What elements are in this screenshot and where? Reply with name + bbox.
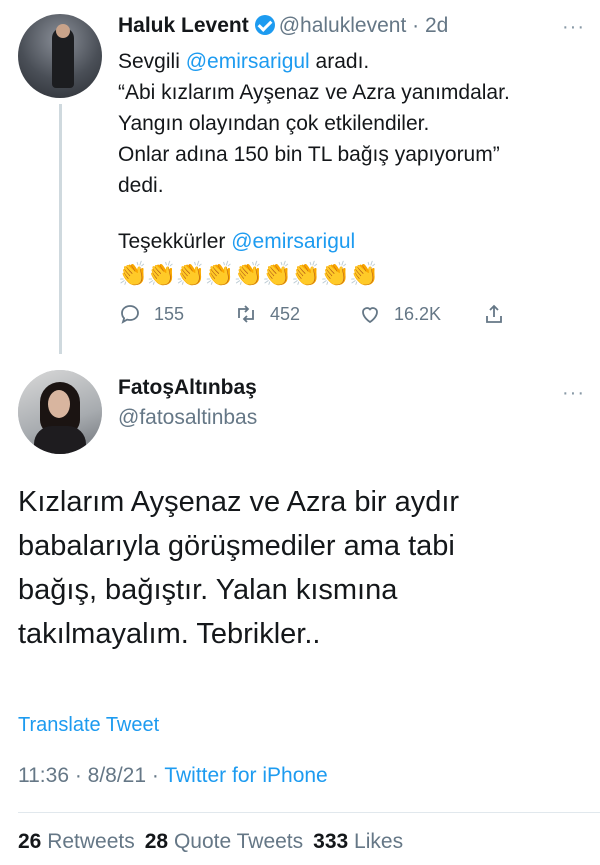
avatar-head <box>56 24 70 38</box>
reply-tweet-text: Sevgili @emirsarigul aradı. “Abi kızları… <box>118 46 588 201</box>
tweet-line: takılmayalım. Tebrikler.. <box>18 618 321 650</box>
tweet-line: Onlar adına 150 bin TL bağış yapıyorum” <box>118 143 500 166</box>
author-handle[interactable]: @haluklevent <box>279 14 407 37</box>
reply-tweet-header: Haluk Levent @haluklevent · 2d <box>118 14 448 38</box>
reply-button[interactable]: 155 <box>118 302 184 326</box>
avatar-face <box>48 390 70 418</box>
tweet-line: Kızlarım Ayşenaz ve Azra bir aydır <box>18 486 460 518</box>
mention-link[interactable]: @emirsarigul <box>186 50 310 73</box>
more-options-icon[interactable]: ··· <box>562 383 585 403</box>
share-button[interactable] <box>482 302 506 326</box>
share-icon <box>486 304 502 323</box>
mention-link[interactable]: @emirsarigul <box>231 230 355 253</box>
tweet-actions: 155 452 16.2K <box>118 302 578 332</box>
retweet-count: 452 <box>270 303 301 324</box>
tweet-timestamp[interactable]: 11:36 · 8/8/21 · <box>18 764 164 787</box>
author-handle[interactable]: @fatosaltinbas <box>118 406 257 430</box>
quotes-label: Quote Tweets <box>173 830 304 853</box>
tweet-line: Sevgili @emirsarigul aradı. <box>118 46 588 77</box>
main-tweet-text: Kızlarım Ayşenaz ve Azra bir aydır babal… <box>18 480 588 656</box>
quotes-count: 28 <box>144 830 169 853</box>
retweet-button[interactable]: 452 <box>234 302 300 326</box>
retweet-icon <box>238 305 254 323</box>
tweet-line: Yangın olayından çok etkilendiler. <box>118 112 430 135</box>
translate-tweet-link[interactable]: Translate Tweet <box>18 714 159 737</box>
avatar-body <box>34 426 86 454</box>
thanks-line: Teşekkürler @emirsarigul <box>118 230 355 254</box>
reply-icon <box>121 305 139 324</box>
tweet-line: bağış, bağıştır. Yalan kısmına <box>18 574 398 606</box>
retweets-count: 26 <box>18 830 42 853</box>
tweet-source-link[interactable]: Twitter for iPhone <box>164 764 327 787</box>
divider <box>18 812 600 813</box>
like-icon <box>362 307 378 324</box>
retweets-stat[interactable]: 26 Retweets <box>18 830 145 853</box>
author-name[interactable]: FatoşAltınbaş <box>118 376 257 400</box>
tweet-line: “Abi kızlarım Ayşenaz ve Azra yanımdalar… <box>118 81 510 104</box>
fatos-avatar[interactable] <box>18 370 102 454</box>
reply-count: 155 <box>154 303 185 324</box>
tweet-line: babalarıyla görüşmediler ama tabi <box>18 530 455 562</box>
like-count: 16.2K <box>394 303 442 324</box>
haluk-avatar[interactable] <box>18 14 102 98</box>
likes-count: 333 <box>313 830 349 853</box>
tweet-text: aradı. <box>309 50 370 73</box>
tweet-stats: 26 Retweets 28 Quote Tweets 333 Likes <box>18 830 413 854</box>
retweets-label: Retweets <box>47 830 135 853</box>
tweet-text: Sevgili <box>118 50 186 73</box>
likes-stat[interactable]: 333 Likes <box>313 830 413 853</box>
like-button[interactable]: 16.2K <box>358 302 441 326</box>
more-options-icon[interactable]: ··· <box>562 17 585 37</box>
clapping-hands-emoji: 👏👏👏👏👏👏👏👏👏 <box>118 261 379 288</box>
tweet-line: dedi. <box>118 174 164 197</box>
verified-badge-icon <box>254 15 275 35</box>
author-name[interactable]: Haluk Levent <box>118 14 249 37</box>
quotes-stat[interactable]: 28 Quote Tweets <box>145 830 313 853</box>
likes-label: Likes <box>354 830 404 853</box>
thread-line <box>59 104 62 354</box>
tweet-age: · 2d <box>412 14 449 37</box>
tweet-meta: 11:36 · 8/8/21 · Twitter for iPhone <box>18 764 328 788</box>
thanks-text: Teşekkürler <box>118 230 232 253</box>
